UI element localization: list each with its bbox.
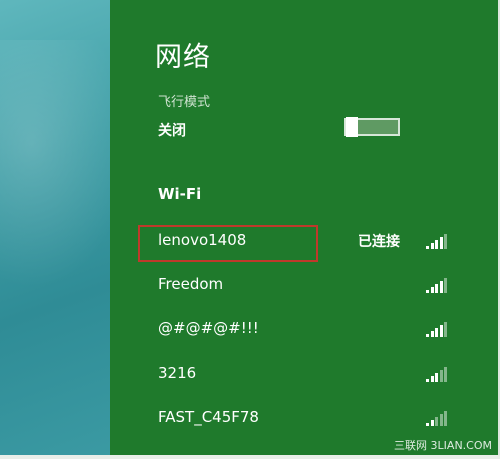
- desktop-background: [0, 0, 140, 459]
- airplane-mode-toggle[interactable]: [344, 117, 400, 137]
- signal-bar: [430, 287, 434, 293]
- signal-bar: [430, 331, 434, 337]
- signal-bar: [444, 278, 447, 293]
- signal-bar: [430, 243, 434, 249]
- network-name: Freedom: [158, 275, 224, 293]
- wifi-signal-icon: [426, 366, 448, 382]
- signal-bar: [435, 240, 438, 249]
- network-item-fast-c45f78[interactable]: FAST_C45F78: [110, 398, 498, 438]
- wifi-signal-icon: [426, 321, 448, 337]
- network-name: 3216: [158, 364, 197, 382]
- signal-bar: [435, 373, 438, 382]
- wifi-signal-icon: [426, 277, 448, 293]
- wifi-signal-icon: [426, 410, 448, 426]
- signal-bar: [439, 325, 443, 337]
- signal-bar: [439, 237, 443, 249]
- toggle-thumb: [346, 117, 358, 137]
- signal-bar: [444, 411, 447, 426]
- signal-bar: [430, 376, 434, 382]
- signal-bar: [435, 328, 438, 337]
- wifi-heading: Wi-Fi: [158, 185, 202, 203]
- signal-bar: [426, 246, 429, 249]
- signal-bar: [426, 290, 429, 293]
- signal-bar: [435, 284, 438, 293]
- airplane-mode-label: 飞行模式: [158, 95, 211, 110]
- network-item-symbols[interactable]: @#@#@#!!!: [110, 309, 498, 349]
- signal-bar: [439, 414, 443, 426]
- signal-bar: [444, 322, 447, 337]
- signal-bar: [426, 379, 429, 382]
- signal-bar: [444, 367, 447, 382]
- signal-bar: [426, 423, 429, 426]
- network-item-3216[interactable]: 3216: [110, 354, 498, 394]
- signal-bar: [435, 417, 438, 426]
- wifi-signal-icon: [426, 233, 448, 249]
- signal-bar: [444, 234, 447, 249]
- signal-bar: [439, 281, 443, 293]
- signal-bar: [430, 420, 434, 426]
- signal-bar: [439, 370, 443, 382]
- network-name: @#@#@#!!!: [158, 319, 259, 337]
- watermark: 三联网 3LIAN.COM: [394, 439, 492, 452]
- network-name: FAST_C45F78: [158, 408, 259, 426]
- connection-status: 已连接: [358, 234, 400, 250]
- airplane-mode-state: 关闭: [158, 123, 186, 139]
- panel-title: 网络: [155, 42, 211, 73]
- network-item-freedom[interactable]: Freedom: [110, 265, 498, 305]
- frame-border-bottom: [0, 455, 500, 459]
- highlight-annotation: [138, 225, 318, 262]
- signal-bar: [426, 334, 429, 337]
